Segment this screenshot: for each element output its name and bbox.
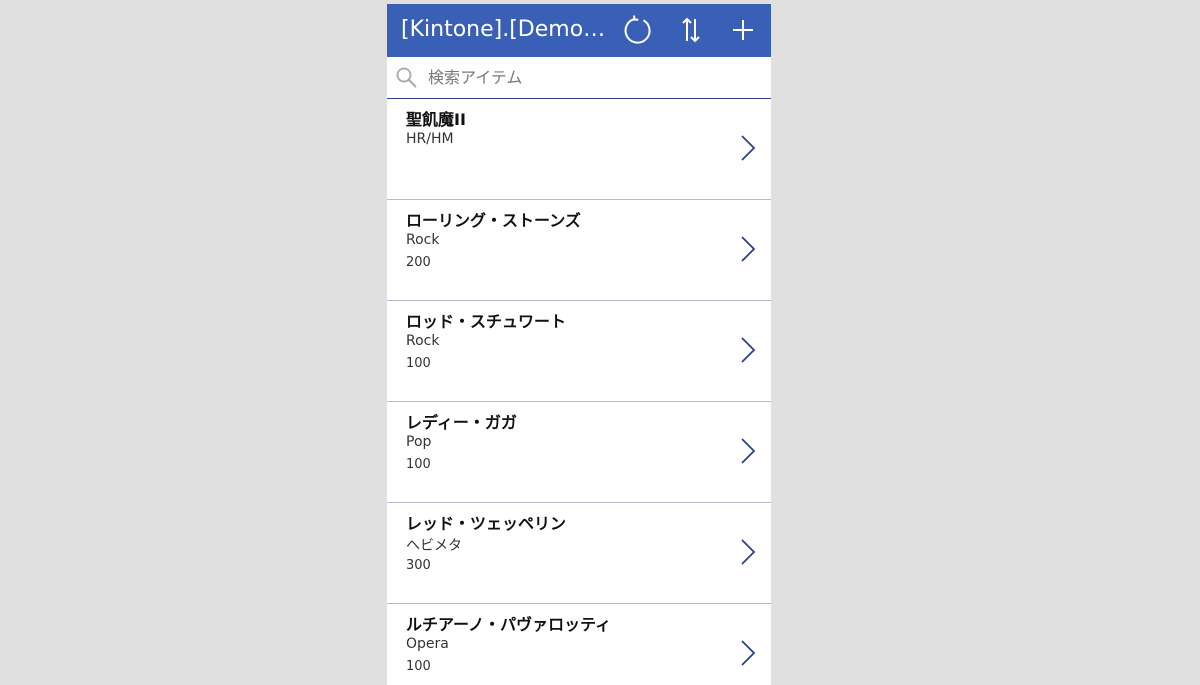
header-bar: [Kintone].[DemoC... xyxy=(387,4,771,57)
item-body: 100 xyxy=(406,457,431,472)
sort-button[interactable] xyxy=(675,14,707,46)
chevron-right-icon[interactable] xyxy=(739,336,757,364)
chevron-right-icon[interactable] xyxy=(739,538,757,566)
add-button[interactable] xyxy=(727,14,759,46)
item-subtitle: Rock xyxy=(406,333,440,349)
chevron-right-icon[interactable] xyxy=(739,437,757,465)
gallery-list: 聖飢魔II HR/HM ローリング・ストーンズ Rock 200 ロッド・スチュ… xyxy=(387,99,771,685)
list-item[interactable]: ローリング・ストーンズ Rock 200 xyxy=(387,200,771,301)
item-title: 聖飢魔II xyxy=(406,110,466,129)
screen-title: [Kintone].[DemoC... xyxy=(401,17,607,42)
item-subtitle: Rock xyxy=(406,232,440,248)
item-body: 300 xyxy=(406,558,431,573)
item-body: 100 xyxy=(406,356,431,371)
chevron-right-icon[interactable] xyxy=(739,134,757,162)
sort-icon xyxy=(682,17,700,43)
list-item[interactable]: レディー・ガガ Pop 100 xyxy=(387,402,771,503)
item-title: ルチアーノ・パヴァロッティ xyxy=(406,615,612,634)
chevron-right-icon[interactable] xyxy=(739,235,757,263)
list-item[interactable]: ロッド・スチュワート Rock 100 xyxy=(387,301,771,402)
item-body: 100 xyxy=(406,659,431,674)
refresh-button[interactable] xyxy=(622,14,654,46)
item-body: 200 xyxy=(406,255,431,270)
item-subtitle: ヘビメタ xyxy=(406,538,462,554)
item-title: レディー・ガガ xyxy=(406,413,517,432)
list-item[interactable]: 聖飢魔II HR/HM xyxy=(387,99,771,200)
add-icon xyxy=(733,20,753,40)
item-subtitle: HR/HM xyxy=(406,131,454,147)
search-input[interactable] xyxy=(428,64,758,90)
search-icon xyxy=(396,67,417,88)
list-item[interactable]: ルチアーノ・パヴァロッティ Opera 100 xyxy=(387,604,771,685)
refresh-icon xyxy=(624,15,651,44)
chevron-right-icon[interactable] xyxy=(739,639,757,667)
list-item[interactable]: レッド・ツェッペリン ヘビメタ 300 xyxy=(387,503,771,604)
item-subtitle: Opera xyxy=(406,636,449,652)
item-subtitle: Pop xyxy=(406,434,432,450)
search-box xyxy=(387,57,771,99)
app-screen: [Kintone].[DemoC... 検索アイテム 聖飢魔II HR/HM ロ… xyxy=(387,4,771,685)
item-title: レッド・ツェッペリン xyxy=(406,514,567,533)
item-title: ロッド・スチュワート xyxy=(406,312,567,331)
item-title: ローリング・ストーンズ xyxy=(406,211,581,230)
